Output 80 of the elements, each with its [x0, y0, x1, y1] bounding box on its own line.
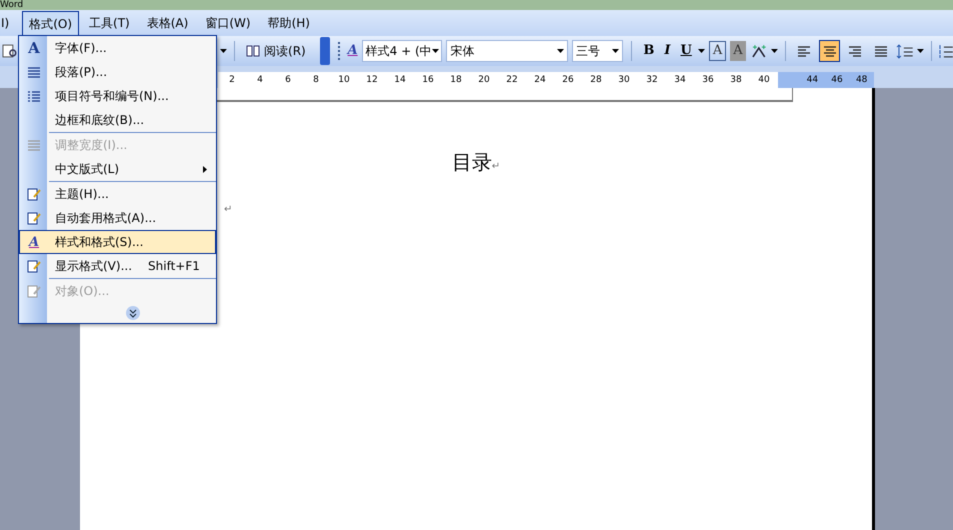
ruler-number: 14	[393, 74, 407, 87]
caret-icon	[557, 49, 564, 53]
lines-icon	[27, 66, 41, 78]
menu-item[interactable]: 显示格式(V)... Shift+F1	[19, 254, 216, 278]
menu-item[interactable]: 中文版式(L)	[19, 157, 216, 181]
ruler-number: 34	[673, 74, 687, 87]
ruler-number: 46	[830, 74, 844, 87]
ruler-number: 48	[854, 74, 868, 87]
align-button[interactable]	[818, 40, 840, 62]
ruler-number: 10	[337, 74, 351, 87]
ruler-number: 26	[561, 74, 575, 87]
book-icon	[246, 45, 260, 57]
styles-icon: A	[28, 236, 40, 248]
document-pencil-icon	[26, 186, 42, 202]
font-dropdown[interactable]: 宋体	[446, 40, 568, 62]
submenu-arrow-icon	[203, 166, 207, 172]
align-icon	[847, 44, 864, 58]
ruler-number: 20	[477, 74, 491, 87]
ruler-number: 30	[617, 74, 631, 87]
print-preview-icon[interactable]	[2, 43, 18, 59]
caret-icon	[771, 49, 778, 53]
format-button[interactable]: U	[678, 41, 695, 61]
menu-item[interactable]: 表格(A)	[140, 11, 196, 35]
menu-item[interactable]: 帮助(H)	[260, 11, 317, 35]
ruler-number: 12	[365, 74, 379, 87]
lines-icon	[27, 138, 41, 152]
window-title: Word	[0, 0, 24, 10]
menu-item[interactable]: I)	[0, 11, 16, 35]
ruler-number: 6	[284, 74, 292, 87]
ruler-number: 24	[533, 74, 547, 87]
ruler-number: 40	[757, 74, 771, 87]
align-icon	[796, 44, 812, 58]
ruler-number: 4	[256, 74, 264, 87]
ruler-number: 18	[449, 74, 463, 87]
styles-icon[interactable]: A	[348, 41, 358, 61]
ruler-number: 22	[505, 74, 519, 87]
align-icon	[872, 44, 889, 58]
ruler-number: 36	[701, 74, 715, 87]
heading-text: 目录	[452, 150, 492, 174]
ruler-number: 2	[228, 74, 236, 87]
menu-item[interactable]: 自动套用格式(A)...	[19, 206, 216, 230]
ruler-number: 8	[312, 74, 320, 87]
document-pencil-icon	[26, 210, 42, 226]
menu-item[interactable]: 段落(P)...	[19, 60, 216, 84]
paragraph-mark: ↵	[224, 203, 232, 217]
menu-item[interactable]: A 样式和格式(S)...	[19, 230, 216, 254]
line-spacing-icon[interactable]	[896, 44, 914, 58]
caret-icon	[612, 49, 620, 53]
shortcut-text: Shift+F1	[148, 258, 200, 275]
ruler-number: 28	[589, 74, 603, 87]
menu-item[interactable]: 工具(T)	[82, 11, 137, 35]
expand-chevron-icon[interactable]	[126, 306, 140, 320]
style-dropdown[interactable]: 样式4 + (中	[362, 40, 442, 62]
format-button[interactable]: A	[708, 41, 726, 61]
format-button[interactable]: A	[730, 41, 746, 61]
numbered-list-icon[interactable]	[939, 44, 953, 58]
ruler-number: 38	[729, 74, 743, 87]
menu-item[interactable]: 边框和底纹(B)...	[19, 108, 216, 132]
ruler-number: 32	[645, 74, 659, 87]
menu-item[interactable]: 窗口(W)	[198, 11, 258, 35]
menu-item[interactable]: A 字体(F)...	[19, 36, 216, 60]
menu-item[interactable]: 主题(H)...	[19, 182, 216, 206]
ruler-number: 44	[806, 74, 820, 87]
format-button[interactable]: I	[661, 41, 674, 61]
menu-item[interactable]: 项目符号和编号(N)...	[19, 84, 216, 108]
caret-icon	[432, 49, 440, 53]
caret-icon	[220, 49, 228, 53]
paragraph-mark: ↵	[492, 160, 500, 174]
letter-a-icon: A	[28, 40, 40, 56]
ruler-number: 16	[421, 74, 435, 87]
format-button[interactable]: B	[640, 41, 658, 61]
bulleted-list-icon	[27, 90, 41, 102]
read-button[interactable]: 阅读(R)	[242, 40, 310, 62]
character-spacing-icon[interactable]	[750, 44, 768, 58]
document-pencil-icon	[26, 284, 42, 298]
align-icon	[822, 44, 838, 58]
size-dropdown[interactable]: 三号	[572, 40, 624, 62]
caret-icon	[698, 49, 705, 53]
menu-item[interactable]: 格式(O)	[22, 11, 80, 35]
caret-icon	[917, 49, 924, 53]
